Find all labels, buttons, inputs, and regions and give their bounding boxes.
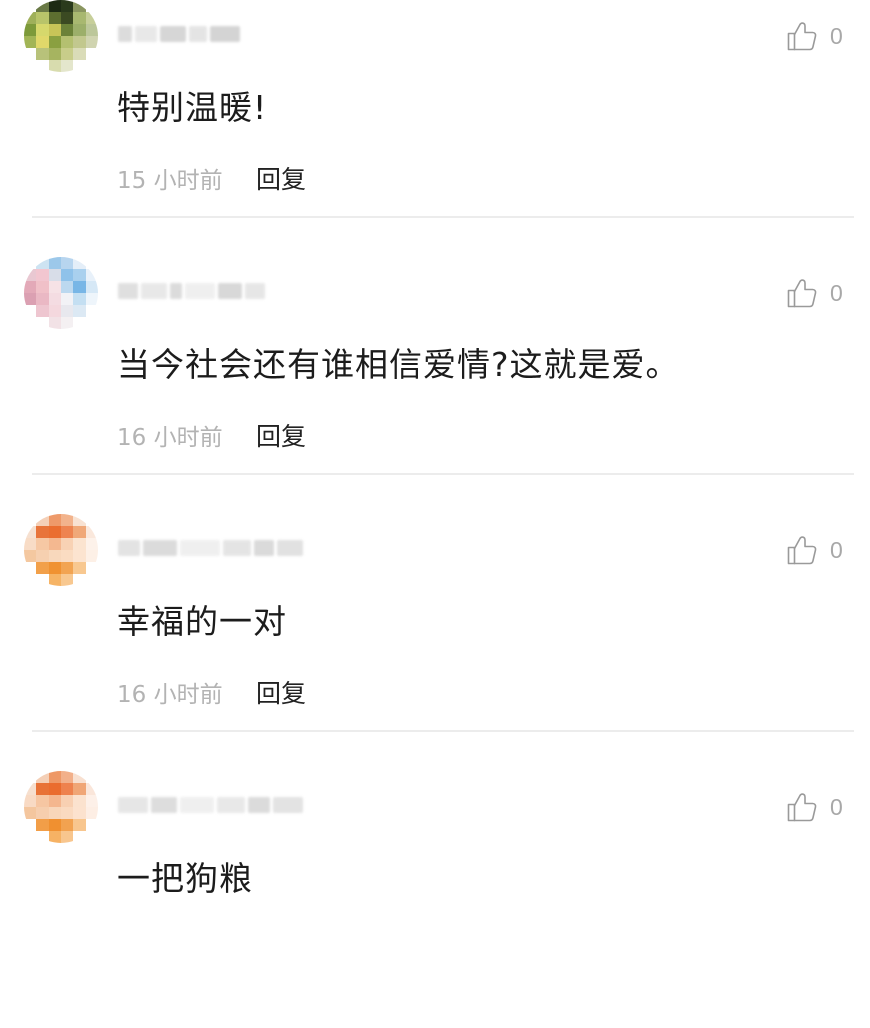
comment-meta: 16 小时前 回复: [117, 674, 306, 710]
comment-text: 幸福的一对: [117, 602, 287, 641]
username-blurred[interactable]: [118, 536, 303, 560]
like-count: 0: [830, 22, 843, 49]
avatar[interactable]: [24, 514, 98, 586]
divider: [32, 730, 854, 732]
like-count: 0: [830, 279, 843, 306]
avatar[interactable]: [24, 0, 98, 72]
thumbs-up-outline-icon: [786, 791, 818, 823]
reply-button[interactable]: 回复: [256, 674, 306, 710]
comment-meta: 16 小时前 回复: [117, 417, 306, 453]
avatar[interactable]: [24, 771, 98, 843]
thumbs-up-outline-icon: [786, 20, 818, 52]
thumbs-up-outline-icon: [786, 534, 818, 566]
comment-item: 0 当今社会还有谁相信爱情?这就是爱。 16 小时前 回复: [0, 257, 870, 514]
comment-time: 16 小时前: [117, 682, 223, 708]
comment-meta: 15 小时前 回复: [117, 160, 306, 196]
comment-item: 0 特别温暖! 15 小时前 回复: [0, 0, 870, 257]
divider: [32, 473, 854, 475]
comment-item: 0 幸福的一对 16 小时前 回复: [0, 514, 870, 771]
like-count: 0: [830, 536, 843, 563]
like-button[interactable]: 0: [786, 532, 843, 568]
like-button[interactable]: 0: [786, 275, 843, 311]
comment-text: 一把狗粮: [117, 859, 253, 898]
thumbs-up-outline-icon: [786, 277, 818, 309]
like-count: 0: [830, 793, 843, 820]
reply-button[interactable]: 回复: [256, 417, 306, 453]
username-blurred[interactable]: [118, 22, 240, 46]
comment-text: 当今社会还有谁相信爱情?这就是爱。: [117, 345, 680, 384]
username-blurred[interactable]: [118, 793, 303, 817]
comment-item: 0 一把狗粮 回复: [0, 771, 870, 1028]
reply-button[interactable]: 回复: [256, 160, 306, 196]
like-button[interactable]: 0: [786, 18, 843, 54]
avatar[interactable]: [24, 257, 98, 329]
comment-time: 15 小时前: [117, 168, 223, 194]
comment-time: 16 小时前: [117, 425, 223, 451]
username-blurred[interactable]: [118, 279, 265, 303]
like-button[interactable]: 0: [786, 789, 843, 825]
divider: [32, 216, 854, 218]
comment-text: 特别温暖!: [117, 88, 268, 127]
